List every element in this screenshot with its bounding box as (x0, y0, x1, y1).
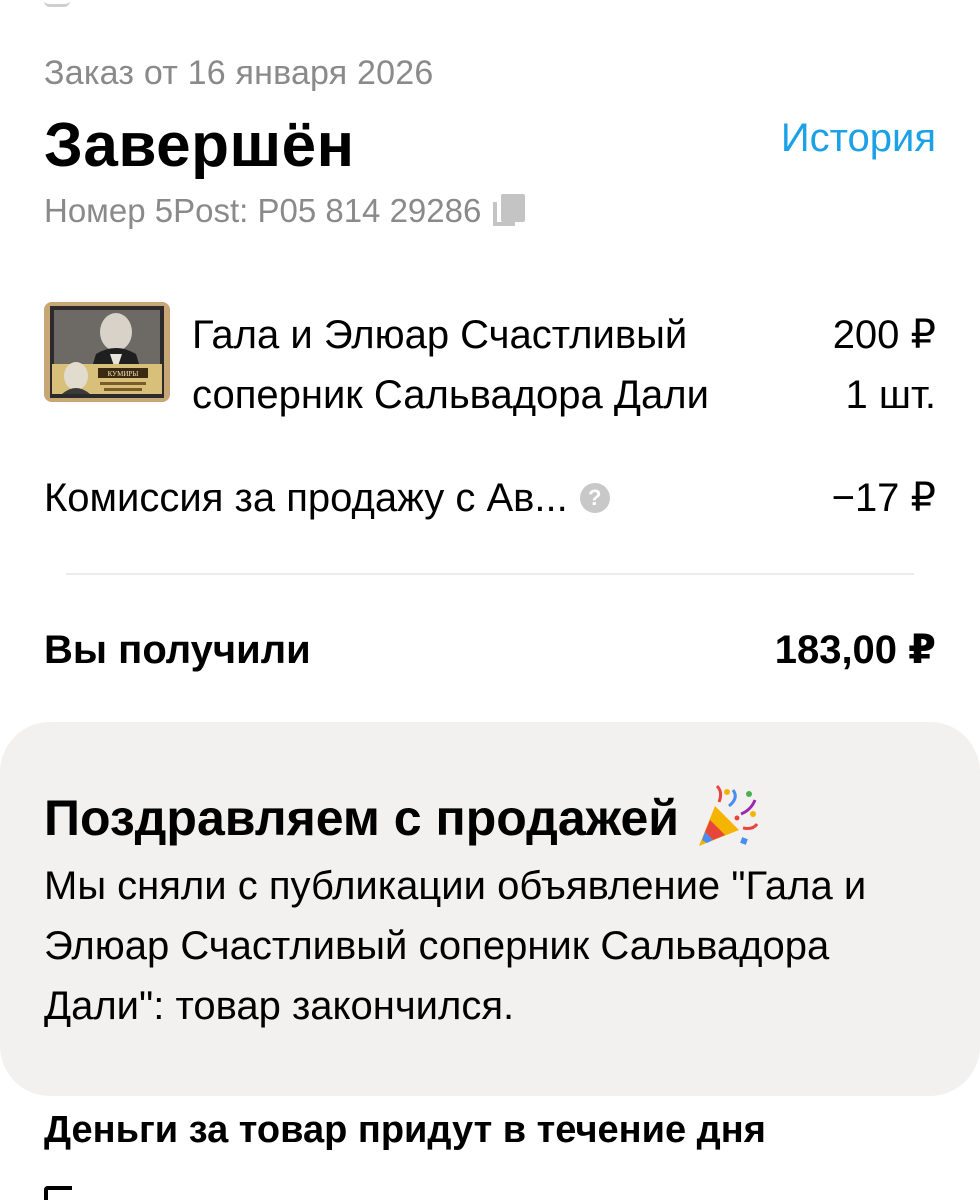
money-notice-heading: Деньги за товар придут в течение дня (44, 1109, 766, 1151)
item-price: 200 ₽ (832, 313, 936, 357)
thumbnail-label: КУМИРЫ (108, 370, 139, 378)
total-label: Вы получили (44, 628, 311, 672)
item-quantity: 1 шт. (845, 373, 936, 417)
party-popper-icon (699, 784, 759, 846)
congrats-message: Мы сняли с публикации объявление "Гала и… (44, 864, 867, 1028)
order-details-page: Заказ от 16 января 2026 Завершён История… (0, 0, 980, 1200)
fee-amount: −17 ₽ (831, 476, 936, 520)
fee-label: Комиссия за продажу с Ав... (44, 476, 568, 520)
tracking-number: Номер 5Post: P05 814 29286 (44, 192, 482, 229)
item-thumbnail[interactable]: КУМИРЫ (44, 302, 170, 402)
congrats-title: Поздравляем с продажей (44, 790, 680, 846)
total-amount: 183,00 ₽ (774, 628, 936, 672)
tracking-number-row: Номер 5Post: P05 814 29286 (44, 192, 527, 230)
help-icon[interactable]: ? (579, 483, 610, 513)
item-title[interactable]: Гала и Элюар Счастливый соперник Сальвад… (192, 305, 792, 425)
congrats-title-row: Поздравляем с продажей (44, 784, 761, 852)
fee-row: Комиссия за продажу с Ав... ? (44, 468, 610, 528)
order-date: Заказ от 16 января 2026 (44, 54, 434, 92)
copy-icon[interactable] (493, 194, 527, 228)
history-link[interactable]: История (781, 116, 936, 161)
order-status-title: Завершён (44, 111, 355, 180)
back-chevron-icon[interactable] (44, 0, 70, 7)
congrats-card: Поздравляем с продажей Мы сняли с публик… (0, 722, 980, 1096)
divider (66, 573, 914, 575)
cut-off-text (44, 1186, 72, 1200)
